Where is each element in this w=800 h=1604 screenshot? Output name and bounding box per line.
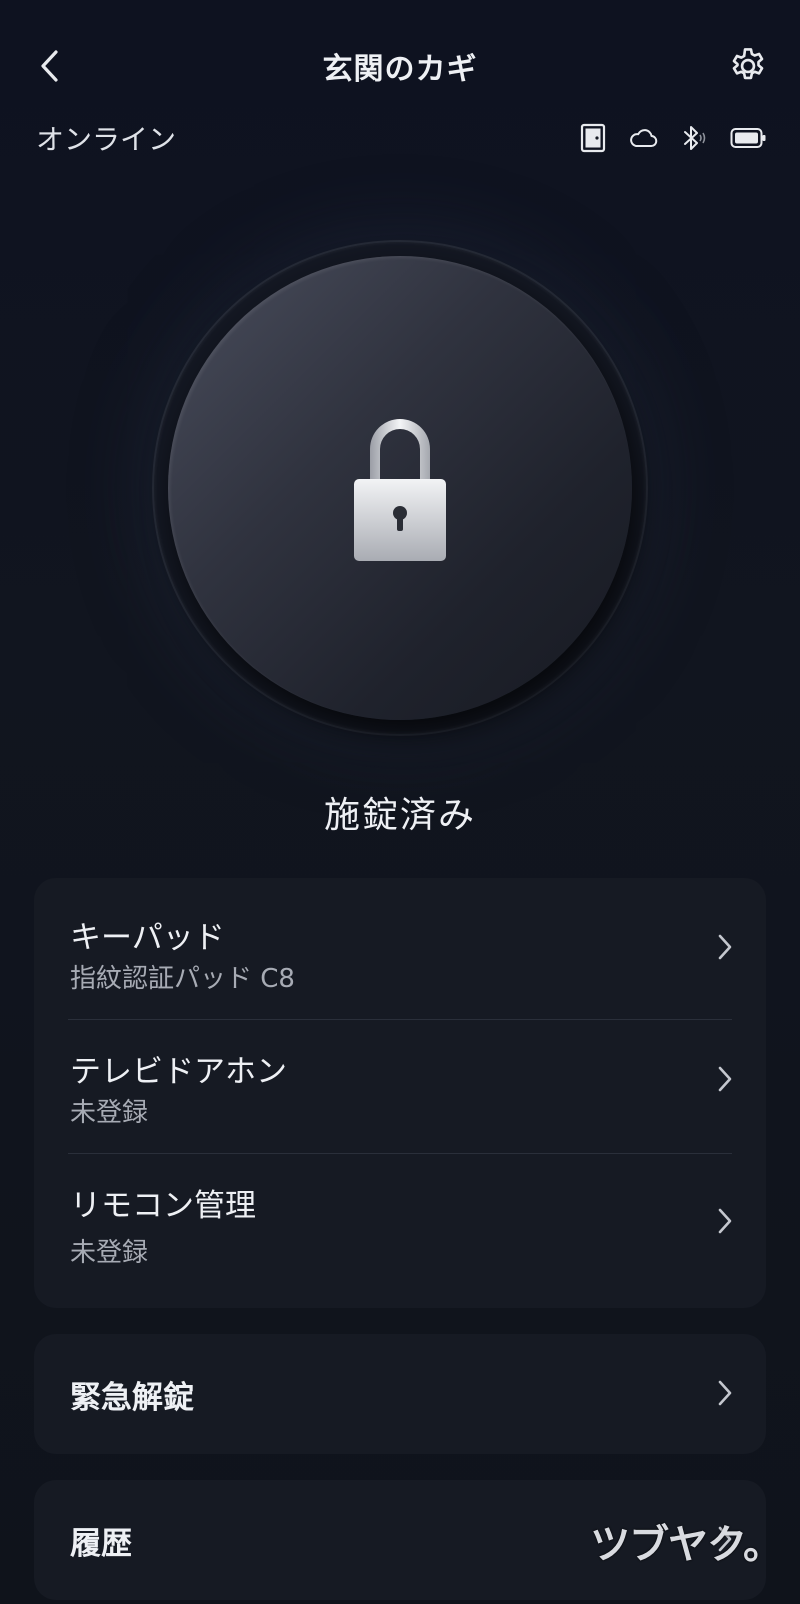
chevron-right-icon xyxy=(718,1380,732,1406)
keypad-title: キーパッド xyxy=(70,920,225,956)
chevron-right-icon xyxy=(718,1208,732,1234)
connection-status: オンライン xyxy=(36,123,177,156)
status-row: オンライン xyxy=(36,118,766,158)
lock-detail-screen: 玄関のカギ オンライン 施錠済み キーパッド 指紋認証パッド C8 テレビドアホ… xyxy=(0,0,800,1604)
watermark: ツブヤク。 xyxy=(590,1522,783,1568)
lock-toggle-button[interactable] xyxy=(168,256,632,720)
chevron-right-icon xyxy=(718,934,732,960)
back-button[interactable] xyxy=(28,44,72,88)
emergency-unlock-label: 緊急解錠 xyxy=(70,1380,194,1416)
history-label: 履歴 xyxy=(70,1526,132,1562)
chevron-right-icon xyxy=(718,1066,732,1092)
keypad-row[interactable]: キーパッド 指紋認証パッド C8 xyxy=(34,878,766,1018)
chevron-left-icon xyxy=(41,50,58,82)
devices-card: キーパッド 指紋認証パッド C8 テレビドアホン 未登録 リモコン管理 未登録 xyxy=(34,878,766,1308)
padlock-icon xyxy=(354,419,446,561)
remote-subtitle: 未登録 xyxy=(70,1238,149,1268)
page-title: 玄関のカギ xyxy=(322,52,478,87)
gear-icon xyxy=(732,48,764,80)
emergency-unlock-row[interactable]: 緊急解錠 xyxy=(34,1334,766,1454)
intercom-title: テレビドアホン xyxy=(70,1054,287,1090)
battery-icon xyxy=(730,127,766,149)
header: 玄関のカギ xyxy=(0,30,800,102)
lock-dial-ring xyxy=(152,240,648,736)
keypad-subtitle: 指紋認証パッド C8 xyxy=(70,964,295,994)
lock-state-label: 施錠済み xyxy=(323,795,476,836)
bluetooth-icon xyxy=(680,124,708,152)
remote-title: リモコン管理 xyxy=(70,1188,256,1224)
cloud-icon xyxy=(628,127,658,149)
intercom-row[interactable]: テレビドアホン 未登録 xyxy=(34,1020,766,1153)
intercom-subtitle: 未登録 xyxy=(70,1098,149,1128)
door-icon xyxy=(580,123,606,153)
status-icons xyxy=(580,123,766,153)
remote-row[interactable]: リモコン管理 未登録 xyxy=(34,1154,766,1308)
settings-button[interactable] xyxy=(724,42,772,90)
